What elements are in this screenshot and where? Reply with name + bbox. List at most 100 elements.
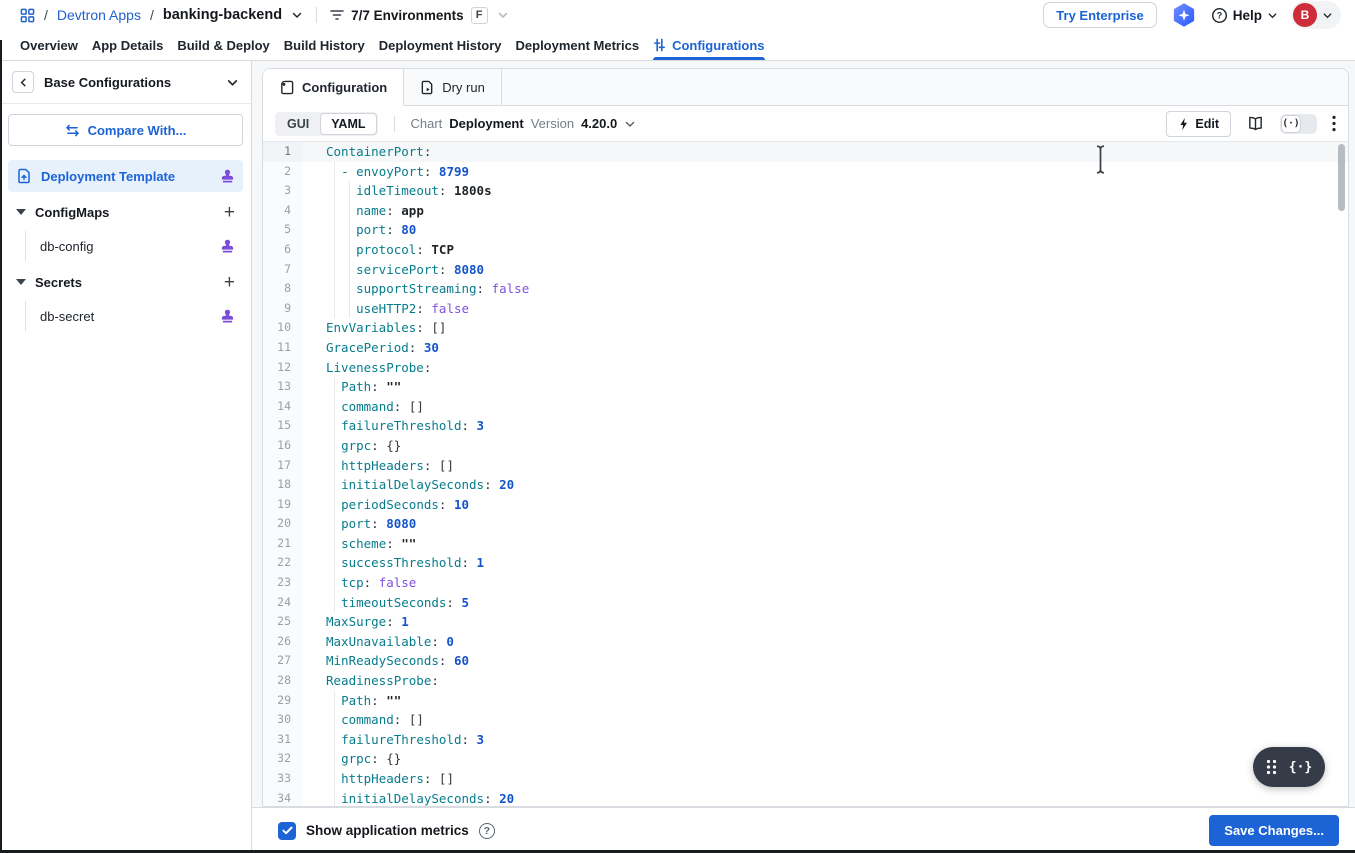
- code-line[interactable]: 32 grpc: {}: [263, 749, 1348, 769]
- code-line-content: Path: "": [303, 377, 1348, 397]
- approval-stamp-button[interactable]: [220, 308, 235, 324]
- code-line[interactable]: 27 MinReadySeconds: 60: [263, 651, 1348, 672]
- line-number: 5: [263, 220, 303, 240]
- sidebar-item-db-config[interactable]: db-config: [8, 230, 243, 262]
- code-line[interactable]: 20 port: 8080: [263, 514, 1348, 534]
- code-line[interactable]: 6 protocol: TCP: [263, 239, 1348, 260]
- sidebar-item-label: Deployment Template: [41, 168, 176, 184]
- tab-dry-run[interactable]: Dry run: [404, 69, 502, 106]
- code-line[interactable]: 19 periodSeconds: 10: [263, 494, 1348, 515]
- code-line[interactable]: 24 timeoutSeconds: 5: [263, 592, 1348, 613]
- code-line[interactable]: 8 supportStreaming: false: [263, 279, 1348, 299]
- code-line[interactable]: 31 failureThreshold: 3: [263, 729, 1348, 750]
- code-line[interactable]: 16 grpc: {}: [263, 435, 1348, 456]
- code-line[interactable]: 9 useHTTP2: false: [263, 298, 1348, 319]
- code-line[interactable]: 2 - envoyPort: 8799: [263, 161, 1348, 182]
- add-secrets-button[interactable]: +: [224, 273, 235, 292]
- code-line[interactable]: 25 MaxSurge: 1: [263, 612, 1348, 632]
- nav-tab-deployment-history[interactable]: Deployment History: [379, 30, 502, 60]
- code-line[interactable]: 34 initialDelaySeconds: 20: [263, 788, 1348, 806]
- sidebar-item-db-secret[interactable]: db-secret: [8, 300, 243, 332]
- code-line[interactable]: 15 failureThreshold: 3: [263, 416, 1348, 436]
- metrics-help-icon[interactable]: ?: [478, 822, 495, 839]
- code-line[interactable]: 29 Path: "": [263, 690, 1348, 711]
- code-line[interactable]: 3 idleTimeout: 1800s: [263, 181, 1348, 201]
- code-line[interactable]: 28 ReadinessProbe:: [263, 671, 1348, 691]
- editor-scrollbar[interactable]: [1338, 144, 1345, 211]
- code-line[interactable]: 5 port: 80: [263, 220, 1348, 240]
- nav-tab-overview[interactable]: Overview: [20, 30, 78, 60]
- nav-tab-build-deploy[interactable]: Build & Deploy: [177, 30, 269, 60]
- mode-yaml[interactable]: YAML: [320, 112, 377, 135]
- nav-tab-app-details[interactable]: App Details: [92, 30, 164, 60]
- code-line[interactable]: 1 ContainerPort:: [263, 142, 1348, 162]
- indent-guide: [333, 494, 335, 515]
- code-line[interactable]: 4 name: app: [263, 200, 1348, 221]
- code-line-content: grpc: {}: [303, 435, 1348, 456]
- code-line[interactable]: 11 GracePeriod: 30: [263, 337, 1348, 358]
- indent-guide: [25, 231, 26, 261]
- more-options-button[interactable]: [1332, 115, 1336, 132]
- code-brackets-icon: (·): [1281, 114, 1301, 133]
- profile-menu[interactable]: B: [1291, 1, 1341, 29]
- tab-configuration[interactable]: Configuration: [263, 69, 405, 106]
- line-number: 2: [263, 161, 303, 182]
- mode-gui[interactable]: GUI: [276, 113, 320, 135]
- add-configmaps-button[interactable]: +: [224, 203, 235, 222]
- book-icon: [1249, 116, 1262, 131]
- line-number: 13: [263, 377, 303, 397]
- readme-button[interactable]: [1246, 115, 1265, 132]
- try-enterprise-button[interactable]: Try Enterprise: [1043, 2, 1157, 28]
- help-menu[interactable]: ? Help: [1211, 7, 1278, 24]
- nav-tab-build-history[interactable]: Build History: [284, 30, 365, 60]
- apps-grid-icon[interactable]: [20, 8, 35, 23]
- sidebar-group-secrets[interactable]: Secrets +: [8, 266, 243, 298]
- compare-arrows-icon: [65, 124, 79, 136]
- code-line[interactable]: 13 Path: "": [263, 377, 1348, 397]
- devtron-widget-button[interactable]: {·}: [1253, 747, 1325, 787]
- metrics-checkbox[interactable]: [278, 821, 296, 840]
- approval-stamp-button[interactable]: [220, 238, 235, 254]
- nav-tab-deployment-metrics[interactable]: Deployment Metrics: [516, 30, 640, 60]
- line-number: 32: [263, 749, 303, 769]
- save-changes-button[interactable]: Save Changes...: [1209, 815, 1339, 846]
- app-switcher-chevron-icon[interactable]: [291, 9, 303, 21]
- sidebar-group-configmaps[interactable]: ConfigMaps +: [8, 196, 243, 228]
- code-line[interactable]: 10 EnvVariables: []: [263, 318, 1348, 338]
- indent-guide: [333, 298, 335, 319]
- code-line-content: ContainerPort:: [326, 144, 432, 159]
- code-line[interactable]: 26 MaxUnavailable: 0: [263, 631, 1348, 652]
- sidebar-collapse-chevron-icon[interactable]: [226, 76, 239, 89]
- line-number: 23: [263, 573, 303, 593]
- compare-with-button[interactable]: Compare With...: [8, 114, 243, 146]
- code-line[interactable]: 33 httpHeaders: []: [263, 769, 1348, 789]
- code-line[interactable]: 17 httpHeaders: []: [263, 455, 1348, 476]
- yaml-editor[interactable]: 1 ContainerPort: 2 - envoyPort: 8799 3 idle…: [263, 142, 1348, 806]
- code-line[interactable]: 14 command: []: [263, 396, 1348, 417]
- sidebar-item-deployment-template[interactable]: Deployment Template: [8, 160, 243, 192]
- line-number: 14: [263, 396, 303, 417]
- mode-toggle: GUI YAML: [275, 111, 378, 136]
- code-line[interactable]: 30 command: []: [263, 710, 1348, 730]
- code-line[interactable]: 7 servicePort: 8080: [263, 259, 1348, 280]
- code-line[interactable]: 22 successThreshold: 1: [263, 553, 1348, 574]
- code-line-content: useHTTP2: false: [303, 298, 1348, 319]
- version-chevron-icon[interactable]: [624, 118, 636, 130]
- collapse-sidebar-button[interactable]: [12, 71, 34, 93]
- code-line[interactable]: 12 LivenessProbe:: [263, 357, 1348, 378]
- environments-chevron-icon[interactable]: [497, 9, 509, 21]
- code-line-content: supportStreaming: false: [303, 279, 1348, 299]
- edit-button[interactable]: Edit: [1166, 110, 1231, 137]
- code-editor-toggle[interactable]: (·): [1280, 113, 1317, 134]
- code-line[interactable]: 21 scheme: "": [263, 533, 1348, 554]
- breadcrumb-root-link[interactable]: Devtron Apps: [57, 7, 141, 23]
- code-line[interactable]: 23 tcp: false: [263, 573, 1348, 593]
- code-line-content: timeoutSeconds: 5: [303, 592, 1348, 613]
- environments-filter[interactable]: 7/7 Environments F: [330, 6, 488, 24]
- line-number: 19: [263, 494, 303, 515]
- approval-stamp-button[interactable]: [220, 168, 235, 184]
- ai-sparkle-icon[interactable]: [1170, 1, 1198, 29]
- nav-tab-configurations[interactable]: Configurations: [653, 30, 765, 60]
- code-line[interactable]: 18 initialDelaySeconds: 20: [263, 475, 1348, 495]
- code-line-content: - envoyPort: 8799: [303, 161, 1348, 182]
